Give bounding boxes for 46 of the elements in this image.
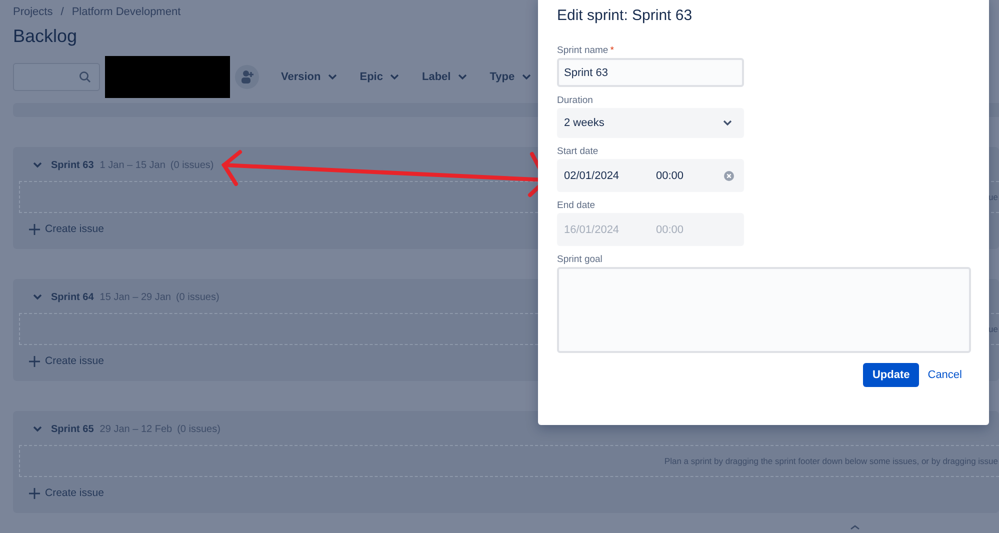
- chevron-icon[interactable]: [33, 162, 42, 168]
- cancel-link[interactable]: Cancel: [928, 369, 962, 381]
- update-button[interactable]: Update: [863, 363, 919, 387]
- chevron-up-icon[interactable]: [849, 524, 861, 531]
- date-value: 16/01/2024: [564, 224, 620, 236]
- chevron-down-icon: [458, 74, 467, 80]
- sprint-name: Sprint 63: [51, 160, 94, 170]
- duration-select[interactable]: 2 weeks: [557, 108, 744, 138]
- date-time-field[interactable]: 02/01/2024 00:00: [557, 159, 744, 192]
- chevron-down-icon: [390, 74, 399, 80]
- chevron-down-icon: [522, 74, 531, 80]
- field-label: Sprint name: [557, 44, 608, 58]
- add-people-icon[interactable]: [235, 65, 259, 89]
- breadcrumb-link[interactable]: Projects: [13, 6, 53, 18]
- field-label: Sprint goal: [557, 253, 602, 267]
- date-value: 02/01/2024: [564, 170, 620, 182]
- field-label: Start date: [557, 145, 598, 159]
- chevron-down-icon: [723, 120, 732, 126]
- filter-dropdown[interactable]: Epic: [360, 71, 399, 83]
- chevron-icon[interactable]: [33, 294, 42, 300]
- chevron-icon[interactable]: [33, 426, 42, 432]
- dialog-title: Edit sprint: Sprint 63: [557, 6, 694, 26]
- breadcrumb-link[interactable]: Platform Development: [72, 6, 181, 18]
- chevron-down-icon: [328, 74, 337, 80]
- plus-icon: [29, 488, 40, 498]
- create-issue-button[interactable]: Create issue: [29, 223, 104, 235]
- time-value: 00:00: [656, 170, 685, 182]
- required-mark: *: [610, 44, 614, 58]
- field-label: End date: [557, 199, 596, 213]
- filter-dropdown[interactable]: Type: [490, 71, 531, 83]
- page-title: Backlog: [13, 25, 78, 48]
- filter-dropdown[interactable]: Label: [422, 71, 467, 83]
- sprint-name-input[interactable]: Sprint 63: [557, 58, 744, 87]
- search-field[interactable]: [13, 63, 100, 91]
- sprint-name: Sprint 64: [51, 292, 94, 302]
- clear-icon[interactable]: [724, 170, 734, 180]
- field-label: Duration: [557, 94, 593, 108]
- breadcrumb-separator: /: [60, 6, 64, 18]
- filter-dropdown[interactable]: Version: [281, 71, 337, 83]
- time-value: 00:00: [656, 224, 685, 236]
- plus-icon: [29, 356, 40, 366]
- create-issue-button[interactable]: Create issue: [29, 355, 104, 367]
- plus-icon: [29, 224, 40, 234]
- sprint-name: Sprint 65: [51, 424, 94, 434]
- create-issue-button[interactable]: Create issue: [29, 487, 104, 499]
- search-icon: [79, 71, 91, 83]
